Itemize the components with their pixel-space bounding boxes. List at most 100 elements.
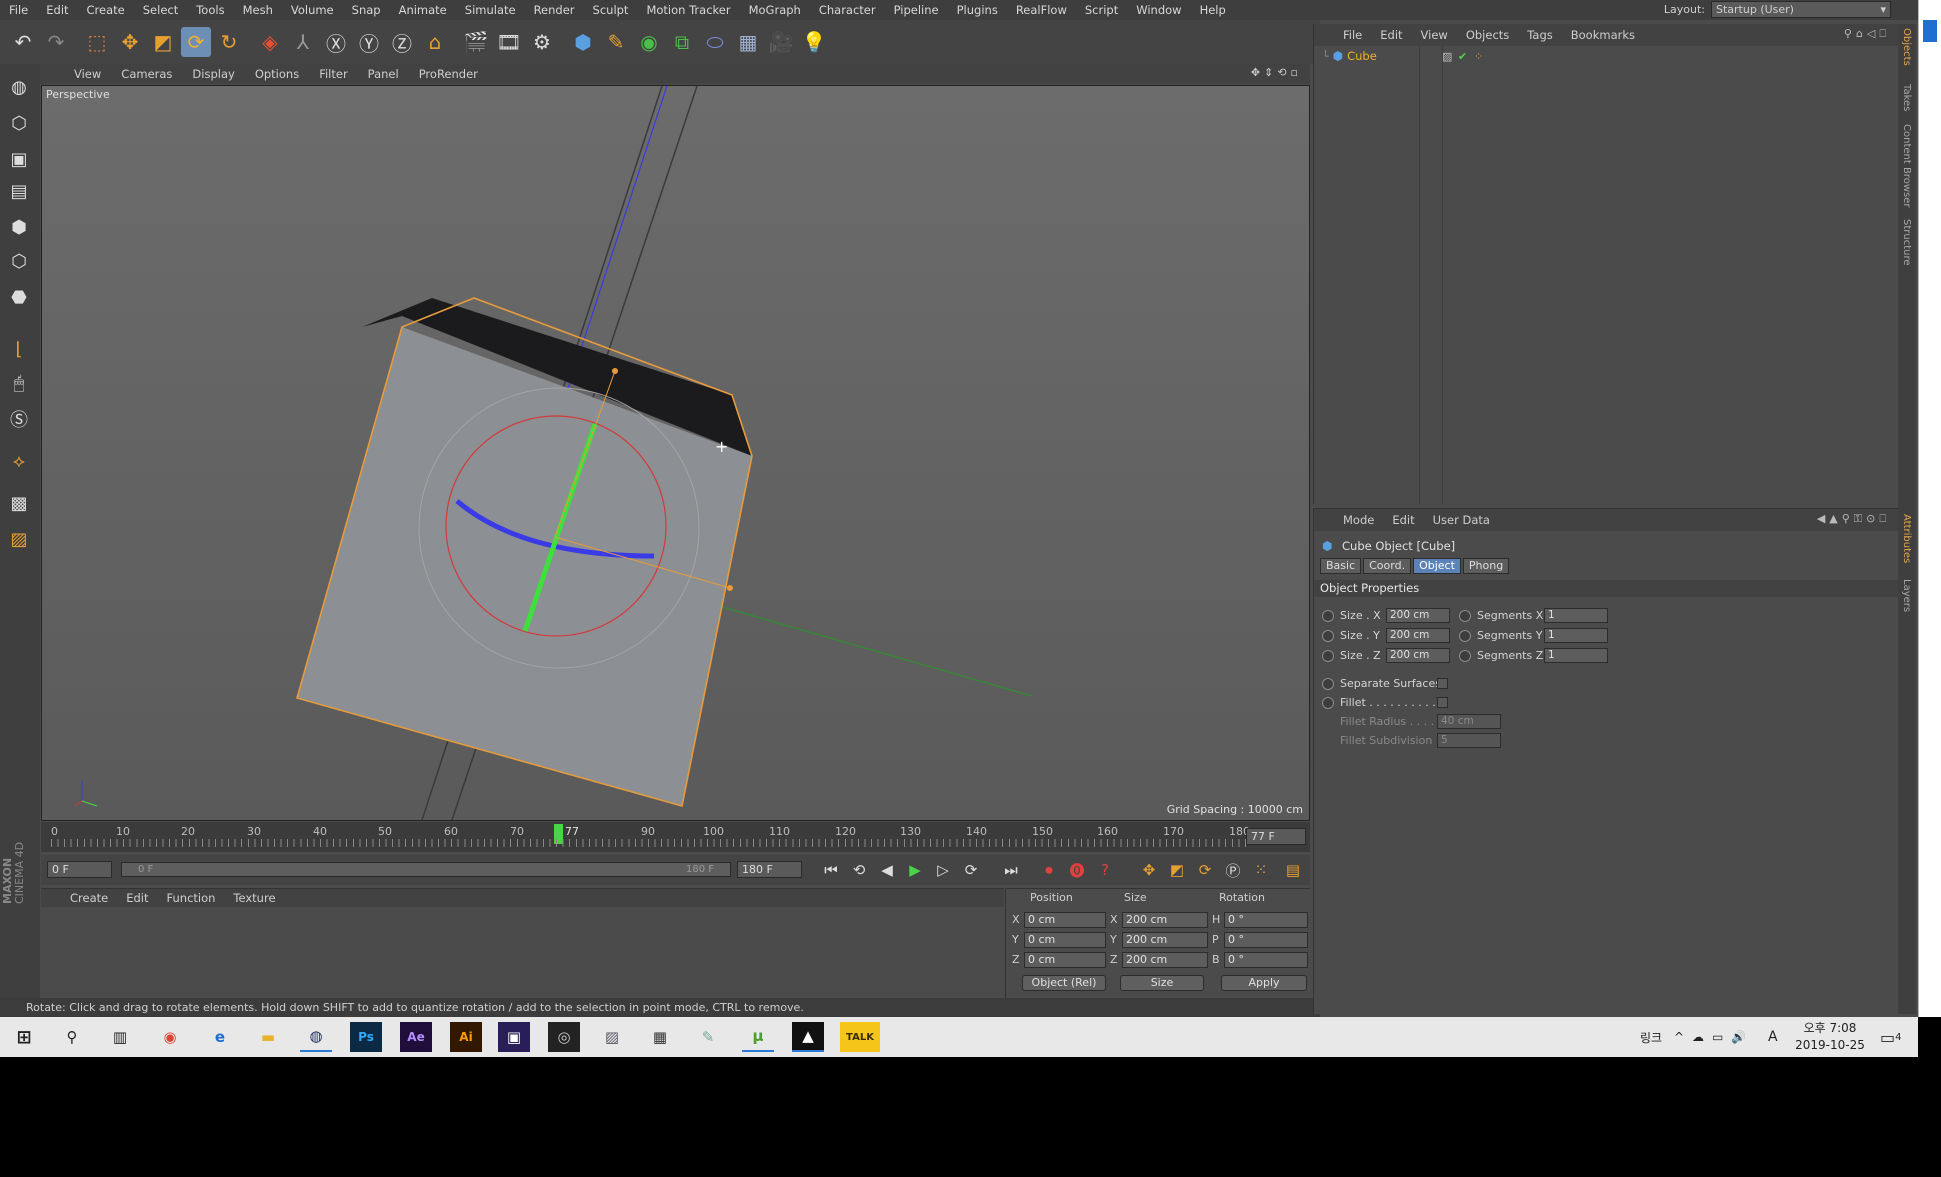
coordinate-system-icon[interactable]: ⌂ — [420, 27, 450, 57]
utorrent-icon[interactable]: µ — [742, 1022, 774, 1052]
model-mode-icon[interactable]: ⬡ — [4, 108, 34, 138]
vp-menu-options[interactable]: Options — [245, 67, 309, 81]
am-menu-mode[interactable]: Mode — [1334, 513, 1383, 527]
menu-volume[interactable]: Volume — [282, 3, 343, 17]
previous-keyframe-icon[interactable]: ⟲ — [847, 858, 871, 882]
position-z-field[interactable]: 0 cm — [1024, 952, 1106, 968]
position-y-field[interactable]: 0 cm — [1024, 932, 1106, 948]
z-axis-lock-icon[interactable]: Ⓩ — [387, 27, 417, 57]
cinema4d-icon[interactable]: ◍ — [300, 1022, 332, 1052]
size-y-field[interactable]: 200 cm — [1122, 932, 1208, 948]
vp-menu-view[interactable]: View — [64, 67, 111, 81]
polygons-mode-icon[interactable]: ⬣ — [4, 282, 34, 312]
keyframe-selection-icon[interactable]: ? — [1093, 858, 1117, 882]
clock[interactable]: 오후 7:08 2019-10-25 — [1790, 1020, 1870, 1054]
photoshop-icon[interactable]: Ps — [350, 1022, 382, 1052]
autokey-icon[interactable]: ⓿ — [1065, 858, 1089, 882]
menu-create[interactable]: Create — [78, 3, 134, 17]
segments-y-input[interactable]: 1 — [1544, 628, 1608, 643]
am-nav-icons[interactable]: ◀▲⚲⚿⊙⎕ — [1817, 512, 1890, 526]
key-position-icon[interactable]: ✥ — [1137, 858, 1161, 882]
menu-mesh[interactable]: Mesh — [234, 3, 282, 17]
side-tab-objects[interactable]: Objects — [1901, 28, 1912, 66]
image-viewer-icon[interactable]: ▲ — [792, 1022, 824, 1052]
mat-menu-function[interactable]: Function — [158, 891, 225, 905]
key-parameter-icon[interactable]: Ⓟ — [1221, 858, 1245, 882]
edge-icon[interactable]: e — [204, 1022, 236, 1052]
am-menu-user-data[interactable]: User Data — [1424, 513, 1499, 527]
ime-indicator[interactable]: A — [1768, 1017, 1778, 1057]
render-settings-icon[interactable]: ⚙ — [527, 27, 557, 57]
tray-language[interactable]: 링크 — [1640, 1017, 1662, 1057]
side-tab-layers[interactable]: Layers — [1901, 579, 1912, 612]
menu-plugins[interactable]: Plugins — [948, 3, 1007, 17]
position-x-field[interactable]: 0 cm — [1024, 912, 1106, 928]
om-search-icons[interactable]: ⚲⌂◁⎕ — [1844, 27, 1890, 41]
vp-menu-panel[interactable]: Panel — [358, 67, 409, 81]
am-menu-edit[interactable]: Edit — [1383, 513, 1423, 527]
illustrator-icon[interactable]: Ai — [450, 1022, 482, 1052]
menu-simulate[interactable]: Simulate — [456, 3, 525, 17]
menu-animate[interactable]: Animate — [390, 3, 456, 17]
separate-surfaces-checkbox[interactable] — [1437, 678, 1448, 689]
size-x-anim-radio[interactable] — [1322, 610, 1334, 622]
recent-tools-icon[interactable]: ↻ — [214, 27, 244, 57]
perspective-viewport[interactable]: Perspective + Grid Spacing : 10000 cm — [41, 85, 1310, 821]
mat-menu-texture[interactable]: Texture — [224, 891, 284, 905]
rotate-icon[interactable]: ⟳ — [181, 27, 211, 57]
segments-x-input[interactable]: 1 — [1544, 608, 1608, 623]
tab-coord[interactable]: Coord. — [1363, 558, 1412, 574]
size-y-input[interactable]: 200 cm — [1386, 628, 1450, 643]
mat-menu-create[interactable]: Create — [61, 891, 117, 905]
menu-character[interactable]: Character — [810, 3, 885, 17]
menu-window[interactable]: Window — [1127, 3, 1190, 17]
tab-basic[interactable]: Basic — [1320, 558, 1362, 574]
size-x-input[interactable]: 200 cm — [1386, 608, 1450, 623]
vp-menu-prorender[interactable]: ProRender — [409, 67, 488, 81]
task-view-icon[interactable]: ▥ — [104, 1022, 136, 1052]
apply-button[interactable]: Apply — [1221, 975, 1307, 991]
play-icon[interactable]: ▶ — [903, 858, 927, 882]
scheme-settings-icon[interactable]: ▤ — [1281, 858, 1305, 882]
size-z-field[interactable]: 200 cm — [1122, 952, 1208, 968]
coordinate-mode-select[interactable]: Object (Rel) — [1022, 975, 1106, 991]
om-menu-file[interactable]: File — [1334, 28, 1371, 42]
tweak-mode-icon[interactable]: 🖱 — [4, 368, 34, 398]
y-axis-lock-icon[interactable]: Ⓨ — [354, 27, 384, 57]
magnet-icon[interactable]: ⟡ — [4, 446, 34, 476]
render-picture-viewer-icon[interactable]: 🎞 — [494, 27, 524, 57]
menu-snap[interactable]: Snap — [343, 3, 390, 17]
om-menu-view[interactable]: View — [1412, 28, 1457, 42]
tag-icon[interactable]: ⁘ — [1474, 50, 1483, 63]
cloner-icon[interactable]: ⧉ — [667, 27, 697, 57]
size-x-field[interactable]: 200 cm — [1122, 912, 1208, 928]
vp-menu-display[interactable]: Display — [182, 67, 244, 81]
make-editable-icon[interactable]: ◍ — [4, 72, 34, 102]
menu-realflow[interactable]: RealFlow — [1007, 3, 1076, 17]
redo-icon[interactable]: ↷ — [41, 27, 71, 57]
live-selection-icon[interactable]: ⬚ — [82, 27, 112, 57]
calculator-icon[interactable]: ▦ — [644, 1022, 676, 1052]
menu-render[interactable]: Render — [525, 3, 584, 17]
segments-x-anim-radio[interactable] — [1459, 610, 1471, 622]
action-center-icon[interactable]: ▭ 4 — [1880, 1017, 1902, 1057]
pen-spline-icon[interactable]: ✎ — [601, 27, 631, 57]
paint-icon[interactable]: ✎ — [692, 1022, 724, 1052]
search-icon[interactable]: ⚲ — [56, 1022, 88, 1052]
separate-surfaces-anim-radio[interactable] — [1322, 678, 1334, 690]
segments-y-anim-radio[interactable] — [1459, 630, 1471, 642]
current-frame-field[interactable]: 77 F — [1246, 828, 1306, 845]
snapping-icon[interactable]: Ⓢ — [4, 404, 34, 434]
next-keyframe-icon[interactable]: ⟳ — [959, 858, 983, 882]
chrome-icon[interactable]: ◉ — [154, 1022, 186, 1052]
side-tab-structure[interactable]: Structure — [1901, 219, 1912, 266]
vp-menu-filter[interactable]: Filter — [309, 67, 357, 81]
menu-script[interactable]: Script — [1076, 3, 1127, 17]
om-menu-tags[interactable]: Tags — [1518, 28, 1561, 42]
menu-edit[interactable]: Edit — [37, 3, 77, 17]
key-rotation-icon[interactable]: ⟳ — [1193, 858, 1217, 882]
photos-icon[interactable]: ▨ — [596, 1022, 628, 1052]
size-z-anim-radio[interactable] — [1322, 650, 1334, 662]
workplane-lock-icon[interactable]: ▩ — [4, 488, 34, 518]
subdivision-icon[interactable]: ◉ — [634, 27, 664, 57]
